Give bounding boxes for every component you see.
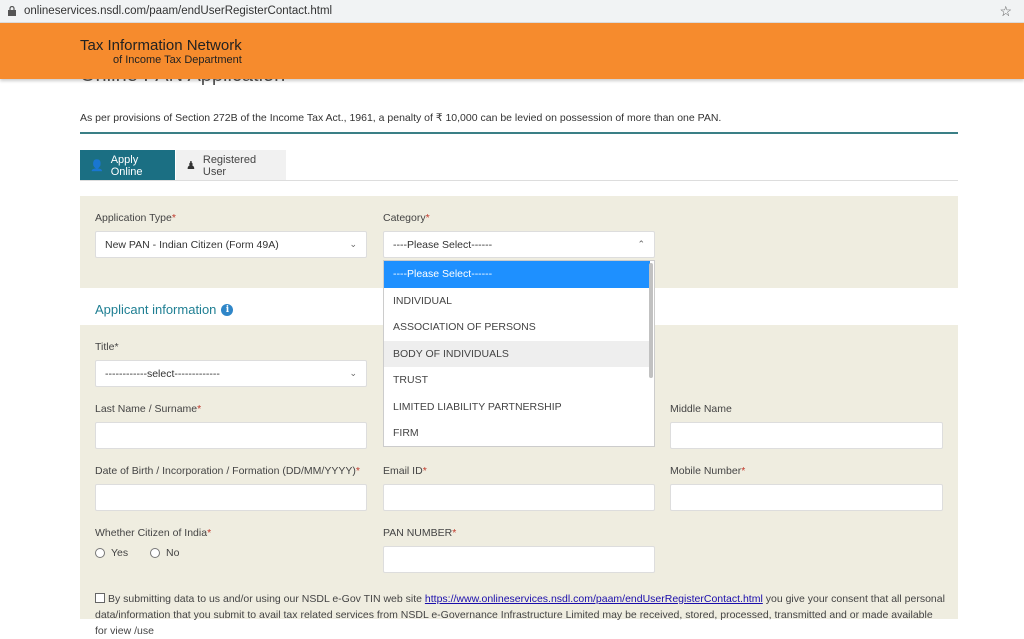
title-label: Title*	[95, 341, 119, 353]
category-option[interactable]: ----Please Select------	[384, 261, 650, 288]
tab-apply-online[interactable]: 👤 Apply Online	[80, 150, 175, 181]
divider	[80, 132, 958, 134]
application-type-select[interactable]: New PAN - Indian Citizen (Form 49A) ⌄	[95, 231, 367, 258]
category-option[interactable]: FIRM	[384, 420, 650, 446]
category-option[interactable]: ASSOCIATION OF PERSONS	[384, 314, 650, 341]
email-input[interactable]	[383, 484, 655, 511]
citizen-yes-radio[interactable]: Yes	[95, 547, 128, 559]
bookmark-star-icon[interactable]: ☆	[999, 3, 1012, 20]
browser-address-bar[interactable]: onlineservices.nsdl.com/paam/endUserRegi…	[0, 0, 1024, 23]
penalty-notice: As per provisions of Section 272B of the…	[80, 112, 722, 124]
url-text[interactable]: onlineservices.nsdl.com/paam/endUserRegi…	[24, 5, 332, 17]
chevron-down-icon: ⌄	[349, 368, 357, 378]
middle-name-input[interactable]	[670, 422, 943, 449]
category-option[interactable]: INDIVIDUAL	[384, 288, 650, 315]
middle-name-label: Middle Name	[670, 403, 732, 415]
dropdown-scrollbar[interactable]	[649, 263, 653, 378]
last-name-input[interactable]	[95, 422, 367, 449]
brand-subtitle: of Income Tax Department	[113, 54, 242, 66]
section-title: Applicant information i	[95, 302, 234, 317]
tab-divider	[80, 180, 958, 181]
dob-label: Date of Birth / Incorporation / Formatio…	[95, 465, 360, 477]
category-label: Category*	[383, 212, 430, 224]
user-add-icon: 👤	[90, 160, 104, 172]
citizen-label: Whether Citizen of India*	[95, 527, 212, 539]
radio-button[interactable]	[95, 548, 105, 558]
lock-icon	[8, 6, 16, 16]
email-label: Email ID*	[383, 465, 427, 477]
mobile-label: Mobile Number*	[670, 465, 746, 477]
consent-text: By submitting data to us and/or using ou…	[95, 593, 945, 637]
category-option[interactable]: BODY OF INDIVIDUALS	[384, 340, 650, 367]
tab-label: Registered User	[202, 153, 257, 178]
tab-label: Apply Online	[110, 153, 143, 178]
chevron-up-icon: ⌃	[637, 239, 645, 249]
category-dropdown-list[interactable]: ----Please Select------ INDIVIDUAL ASSOC…	[383, 260, 655, 447]
tab-registered-user[interactable]: ♟ Registered User	[176, 150, 286, 181]
title-select[interactable]: ------------select------------- ⌄	[95, 360, 367, 387]
radio-button[interactable]	[150, 548, 160, 558]
category-select[interactable]: ----Please Select------ ⌃	[383, 231, 655, 258]
consent-link[interactable]: https://www.onlineservices.nsdl.com/paam…	[425, 593, 763, 605]
application-type-label: Application Type*	[95, 212, 176, 224]
chevron-down-icon: ⌄	[349, 239, 357, 249]
pan-label: PAN NUMBER*	[383, 527, 457, 539]
last-name-label: Last Name / Surname*	[95, 403, 202, 415]
dob-input[interactable]	[95, 484, 367, 511]
category-option[interactable]: TRUST	[384, 367, 650, 394]
brand-title: Tax Information Network	[80, 37, 242, 54]
citizen-no-radio[interactable]: No	[150, 547, 179, 559]
category-option[interactable]: LIMITED LIABILITY PARTNERSHIP	[384, 394, 650, 421]
consent-checkbox[interactable]	[95, 593, 105, 603]
site-header: Tax Information Network of Income Tax De…	[0, 23, 1024, 79]
info-icon[interactable]: i	[221, 303, 234, 316]
mobile-input[interactable]	[670, 484, 943, 511]
pan-input[interactable]	[383, 546, 655, 573]
user-icon: ♟	[186, 160, 196, 172]
